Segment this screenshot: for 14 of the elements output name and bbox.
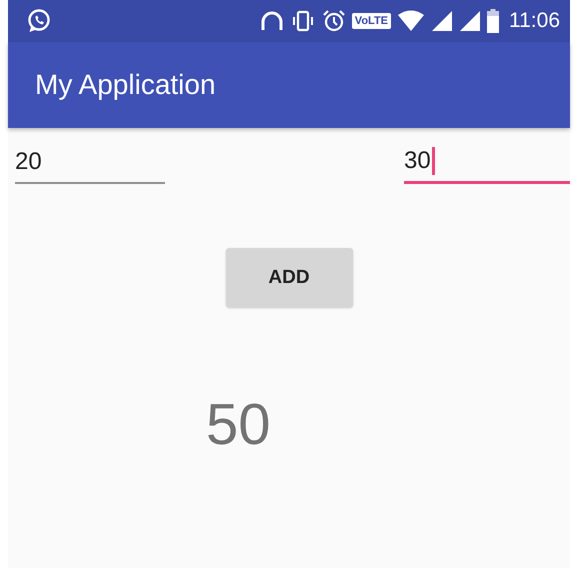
signal-icon xyxy=(431,10,453,32)
result-text: 50 xyxy=(206,391,271,458)
volte-badge: VoLTE xyxy=(352,13,391,29)
number-field[interactable]: 20 xyxy=(15,146,165,184)
alarm-clock-icon xyxy=(322,9,346,33)
add-button[interactable]: ADD xyxy=(226,248,352,307)
signal-icon xyxy=(459,10,481,32)
battery-icon xyxy=(487,9,499,33)
headphones-icon xyxy=(260,10,284,32)
number-field[interactable]: 30 xyxy=(404,146,570,184)
wifi-icon xyxy=(397,10,425,32)
clock-time: 11:06 xyxy=(509,9,560,33)
chat-bubble-icon xyxy=(26,8,52,34)
app-title: My Application xyxy=(35,69,216,101)
